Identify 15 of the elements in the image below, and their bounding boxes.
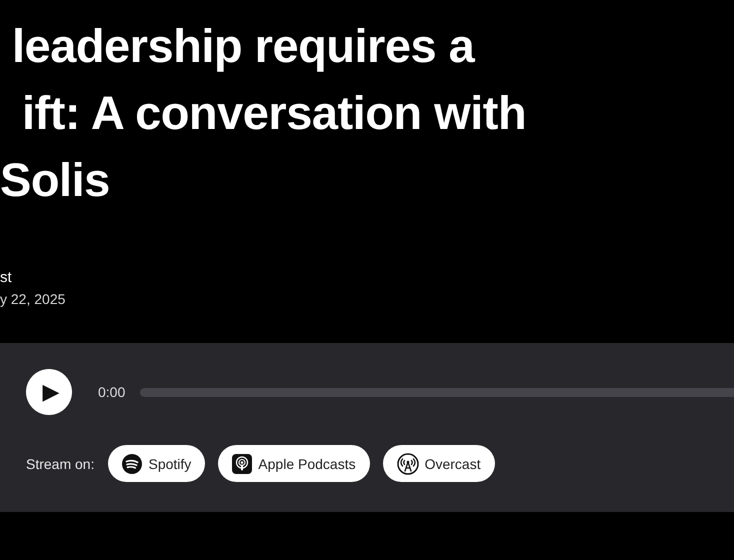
stream-service-button[interactable]: Overcast [382, 445, 495, 482]
episode-title-line: ift: A conversation with [22, 85, 526, 141]
spotify-icon [122, 454, 142, 474]
episode-title-line: Solis [0, 152, 110, 208]
progress-track[interactable] [140, 388, 734, 396]
publish-date: y 22, 2025 [0, 291, 66, 307]
stream-label: Stream on: [26, 456, 94, 472]
author-name: st [0, 269, 13, 286]
stream-service-button[interactable]: Spotify [108, 445, 206, 482]
podcast-icon [232, 454, 252, 474]
episode-title-line: leadership requires a [12, 18, 474, 74]
play-button[interactable]: ▶ [26, 369, 72, 415]
stream-service-button[interactable]: Apple Podcasts [218, 445, 370, 482]
broadcast-tower-icon [396, 452, 419, 474]
elapsed-time: 0:00 [98, 384, 126, 400]
